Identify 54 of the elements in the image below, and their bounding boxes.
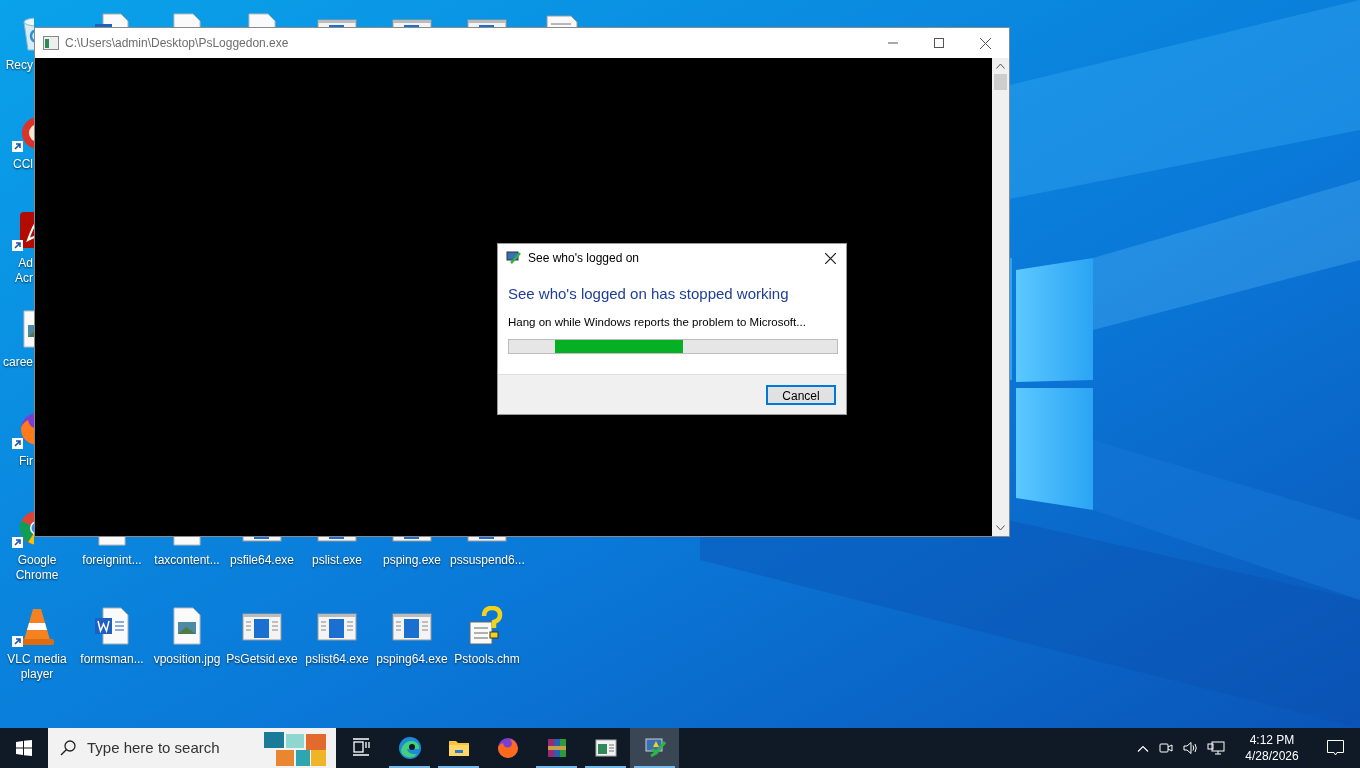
scrollbar[interactable]	[992, 58, 1009, 536]
clock-date[interactable]: 4/28/2026	[1245, 748, 1299, 764]
icon-label: caree	[1, 355, 33, 370]
running-indicator	[389, 766, 430, 768]
monitor-check-icon	[642, 736, 667, 760]
icon-label: Pstools.chm	[453, 652, 521, 667]
close-icon[interactable]	[825, 252, 836, 264]
running-indicator	[585, 766, 626, 768]
icon-label: taxcontent...	[153, 553, 221, 568]
icon-label: psfile64.exe	[228, 553, 295, 568]
icon-label: pslist.exe	[311, 553, 363, 568]
search-placeholder: Type here to search	[87, 737, 220, 758]
icon-label: pssuspend6...	[450, 553, 524, 568]
icon-label: VLC media player	[6, 652, 68, 682]
search-icon	[60, 740, 76, 756]
dialog-title: See who's logged on	[528, 250, 640, 267]
monitor-check-icon	[506, 250, 522, 266]
running-indicator	[536, 766, 577, 768]
icon-label: PsGetsid.exe	[225, 652, 299, 667]
speaker-icon[interactable]	[1183, 741, 1199, 755]
camera-icon[interactable]	[1159, 741, 1173, 755]
cancel-button[interactable]: Cancel	[766, 384, 836, 405]
icon-label: Google Chrome	[14, 553, 60, 583]
puzzle-icon	[264, 730, 326, 766]
network-icon[interactable]	[1207, 741, 1225, 755]
edge-browser-icon	[397, 736, 422, 760]
icon-label: psping.exe	[381, 553, 442, 568]
scroll-down-icon[interactable]	[996, 525, 1005, 531]
scroll-thumb[interactable]	[994, 74, 1007, 90]
icon-label: CCl	[12, 157, 33, 172]
icon-label: foreignint...	[81, 553, 143, 568]
fox-browser-icon	[495, 736, 520, 760]
running-indicator	[634, 766, 675, 768]
icon-label: pslist64.exe	[304, 652, 370, 667]
search-field[interactable]: Type here to search	[48, 728, 336, 768]
dialog-message: Hang on while Windows reports the problem to Microsoft...	[508, 315, 807, 329]
dialog-heading: See who's logged on has stopped working	[508, 285, 790, 303]
icon-label: psping64.exe	[375, 652, 449, 667]
windows-logo-icon	[16, 740, 32, 756]
notification-icon[interactable]	[1327, 740, 1344, 756]
close-icon[interactable]	[980, 37, 991, 49]
console-app-icon	[43, 36, 59, 50]
icon-label: vposition.jpg	[152, 652, 222, 667]
chevron-up-icon[interactable]	[1137, 744, 1149, 752]
app-window-icon	[593, 736, 618, 760]
scroll-up-icon[interactable]	[996, 63, 1005, 69]
icon-label: formsman...	[79, 652, 145, 667]
maximize-icon[interactable]	[934, 38, 944, 48]
clock-time[interactable]: 4:12 PM	[1249, 732, 1295, 748]
window-title: C:\Users\admin\Desktop\PsLoggedon.exe	[65, 35, 289, 52]
icon-label: Recy	[4, 58, 33, 73]
icon-label: Ad Acr	[14, 256, 33, 286]
icon-label: Fir	[18, 454, 33, 469]
running-indicator	[438, 766, 479, 768]
